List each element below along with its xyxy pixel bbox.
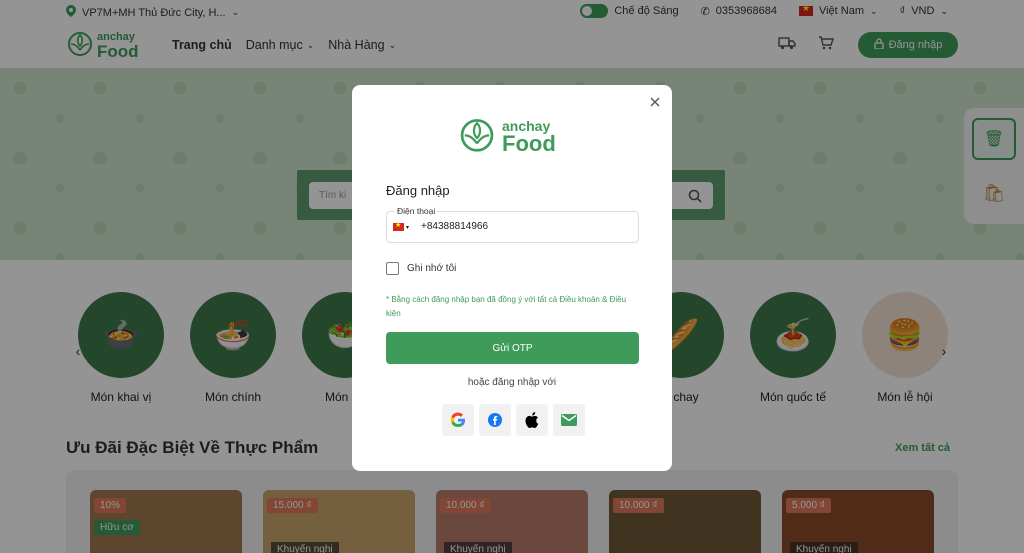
- google-icon[interactable]: [442, 404, 474, 436]
- remember-me[interactable]: Ghi nhớ tôi: [386, 262, 456, 275]
- close-icon[interactable]: [648, 95, 662, 109]
- send-otp-button[interactable]: Gửi OTP: [386, 332, 639, 364]
- vietnam-flag-icon: [393, 221, 404, 231]
- apple-icon[interactable]: [516, 404, 548, 436]
- phone-field[interactable]: Điện thoại ▾ +84388814966: [386, 206, 639, 243]
- social-login-group: [442, 404, 585, 436]
- modal-logo-bottom-text: Food: [502, 130, 556, 156]
- modal-title: Đăng nhập: [386, 183, 450, 198]
- leaf-logo-icon: [458, 116, 496, 157]
- modal-logo-wordmark: anchay Food: [502, 119, 556, 155]
- phone-input[interactable]: +84388814966: [421, 221, 488, 232]
- facebook-icon[interactable]: [479, 404, 511, 436]
- login-modal: anchay Food Đăng nhập Điện thoại ▾ +8438…: [352, 85, 672, 471]
- phone-field-label: Điện thoại: [395, 206, 438, 216]
- terms-notice: * Bằng cách đăng nhập bạn đã đồng ý với …: [386, 295, 627, 318]
- chevron-down-icon: ▾: [406, 224, 410, 231]
- remember-label: Ghi nhớ tôi: [407, 263, 457, 274]
- remember-checkbox[interactable]: [386, 262, 399, 275]
- alt-login-text: hoặc đăng nhập với: [467, 377, 557, 388]
- modal-logo: anchay Food: [458, 116, 556, 157]
- email-icon[interactable]: [553, 404, 585, 436]
- country-code-selector[interactable]: ▾: [393, 221, 410, 231]
- send-otp-label: Gửi OTP: [492, 342, 533, 354]
